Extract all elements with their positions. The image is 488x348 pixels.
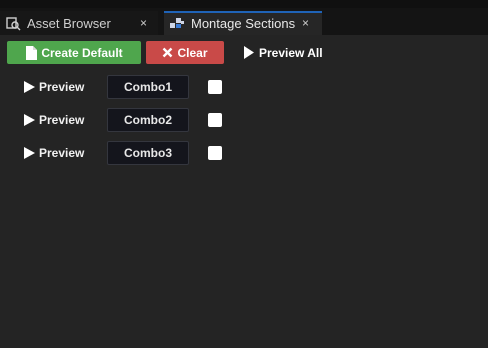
asset-browser-icon [5, 15, 21, 31]
section-checkbox[interactable] [208, 113, 222, 127]
preview-button[interactable]: Preview [24, 111, 84, 129]
tab-asset-browser-label: Asset Browser [27, 15, 111, 31]
create-default-button[interactable]: Create Default [7, 41, 141, 64]
play-icon [24, 114, 35, 126]
preview-all-button[interactable]: Preview All [243, 41, 329, 64]
section-row: Preview Combo2 [0, 108, 488, 132]
section-checkbox[interactable] [208, 80, 222, 94]
section-checkbox[interactable] [208, 146, 222, 160]
preview-all-label: Preview All [259, 45, 323, 60]
tab-montage-sections-label: Montage Sections [191, 15, 296, 31]
section-name-button[interactable]: Combo3 [107, 141, 189, 165]
play-icon [24, 81, 35, 93]
play-icon [243, 46, 255, 59]
preview-label: Preview [39, 80, 85, 94]
close-icon[interactable]: × [140, 16, 147, 30]
section-name-button[interactable]: Combo2 [107, 108, 189, 132]
tab-bar: Asset Browser × Montage Sections × [0, 8, 488, 35]
preview-button[interactable]: Preview [24, 78, 84, 96]
tab-asset-browser[interactable]: Asset Browser × [0, 11, 158, 35]
section-row: Preview Combo1 [0, 75, 488, 99]
preview-label: Preview [39, 146, 85, 160]
tab-montage-sections[interactable]: Montage Sections × [164, 11, 322, 35]
play-icon [24, 147, 35, 159]
section-row: Preview Combo3 [0, 141, 488, 165]
toolbar: Create Default Clear Preview All [0, 35, 488, 71]
clear-label: Clear [177, 45, 208, 60]
clear-button[interactable]: Clear [146, 41, 224, 64]
create-default-label: Create Default [41, 45, 123, 60]
preview-button[interactable]: Preview [24, 144, 84, 162]
window-top-strip [0, 0, 488, 8]
montage-sections-panel: Create Default Clear Preview All Preview [0, 35, 488, 348]
x-icon [162, 47, 173, 58]
montage-sections-icon [169, 15, 185, 31]
close-icon[interactable]: × [302, 16, 309, 30]
preview-label: Preview [39, 113, 85, 127]
document-icon [25, 45, 38, 60]
section-name-button[interactable]: Combo1 [107, 75, 189, 99]
